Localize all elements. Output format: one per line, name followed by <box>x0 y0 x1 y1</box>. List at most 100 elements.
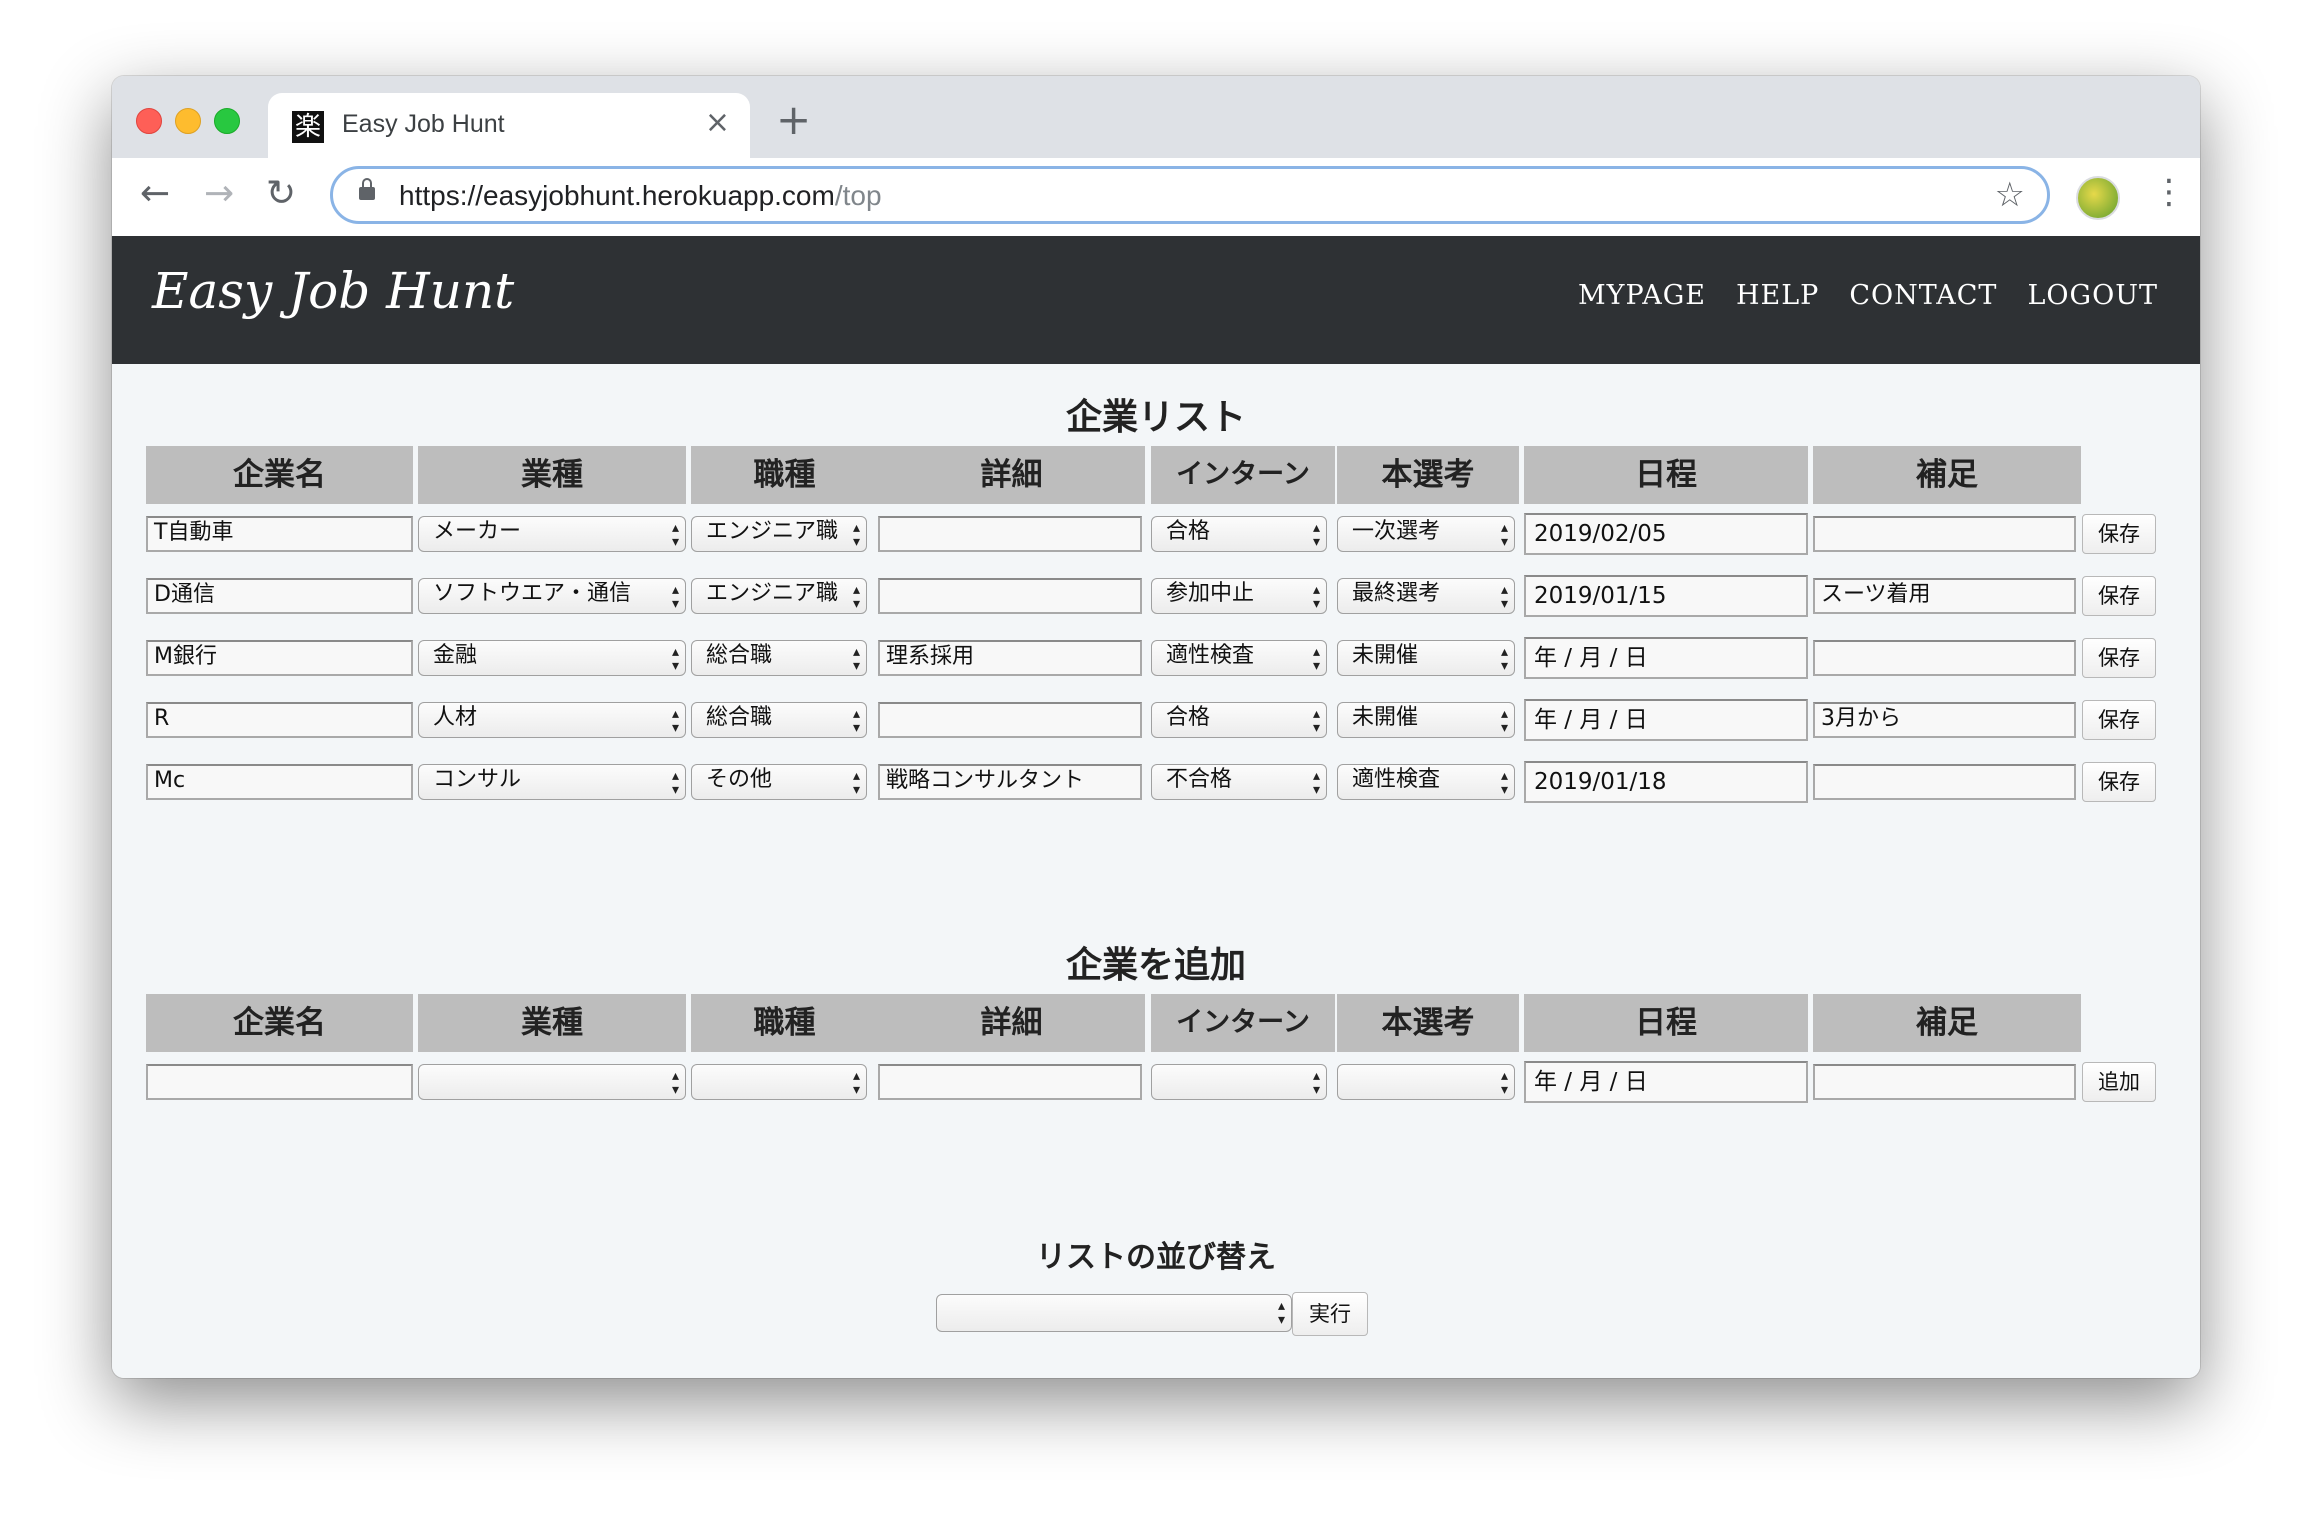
row-company-name-input[interactable]: D通信 <box>146 578 413 614</box>
nav-link-contact[interactable]: CONTACT <box>1849 280 1997 311</box>
list-header-detail: 詳細 <box>878 446 1145 504</box>
nav-links: MYPAGE HELP CONTACT LOGOUT <box>1578 280 2158 311</box>
row-industry-select[interactable]: ソフトウエア・通信 ▴ ▾ <box>418 578 686 614</box>
row-selection-value: 未開催 <box>1352 705 1419 730</box>
save-button[interactable]: 保存 <box>2082 576 2156 616</box>
add-header-job-type: 職種 <box>691 994 878 1052</box>
add-company-button[interactable]: 追加 <box>2082 1062 2156 1102</box>
browser-menu-icon[interactable]: ⋮ <box>2152 170 2186 214</box>
row-detail-input[interactable]: 理系採用 <box>878 640 1142 676</box>
row-detail-value: 戦略コンサルタント <box>886 768 1085 793</box>
row-schedule-value: 年 / 月 / 日 <box>1534 707 1648 733</box>
select-arrows-icon: ▴ ▾ <box>1312 706 1320 736</box>
list-header-note: 補足 <box>1813 446 2081 504</box>
row-job-type-select[interactable]: その他 ▴ ▾ <box>691 764 867 800</box>
nav-link-logout[interactable]: LOGOUT <box>2027 280 2158 311</box>
row-detail-input[interactable] <box>878 516 1142 552</box>
zoom-window-button[interactable] <box>214 108 240 134</box>
row-industry-select[interactable]: コンサル ▴ ▾ <box>418 764 686 800</box>
row-company-name-input[interactable]: R <box>146 702 413 738</box>
row-schedule-input[interactable]: 年 / 月 / 日 <box>1524 637 1808 679</box>
row-schedule-input[interactable]: 2019/02/05 <box>1524 513 1808 555</box>
page-content: Easy Job Hunt MYPAGE HELP CONTACT LOGOUT… <box>112 236 2200 1378</box>
row-industry-value: 人材 <box>433 705 478 730</box>
row-note-input[interactable] <box>1813 640 2076 676</box>
nav-link-help[interactable]: HELP <box>1736 280 1819 311</box>
browser-tab[interactable]: 楽 Easy Job Hunt × <box>268 93 750 158</box>
row-company-name-input[interactable]: M銀行 <box>146 640 413 676</box>
row-schedule-value: 2019/02/05 <box>1534 521 1667 547</box>
row-selection-select[interactable]: 最終選考 ▴ ▾ <box>1337 578 1515 614</box>
row-company-name-input[interactable]: Mc <box>146 764 413 800</box>
add-header-selection: 本選考 <box>1337 994 1519 1052</box>
address-bar[interactable]: https://easyjobhunt.herokuapp.com/top ☆ <box>330 166 2050 224</box>
minimize-window-button[interactable] <box>175 108 201 134</box>
add-job-type-select[interactable]: ▴ ▾ <box>691 1064 867 1100</box>
add-note-input[interactable] <box>1813 1064 2076 1100</box>
row-industry-select[interactable]: 人材 ▴ ▾ <box>418 702 686 738</box>
bookmark-star-icon[interactable]: ☆ <box>1995 175 2025 215</box>
row-intern-value: 合格 <box>1166 705 1211 730</box>
save-button[interactable]: 保存 <box>2082 514 2156 554</box>
row-job-type-select[interactable]: エンジニア職 ▴ ▾ <box>691 578 867 614</box>
add-schedule-input[interactable]: 年 / 月 / 日 <box>1524 1061 1808 1103</box>
row-schedule-input[interactable]: 年 / 月 / 日 <box>1524 699 1808 741</box>
row-note-input[interactable]: スーツ着用 <box>1813 578 2076 614</box>
row-intern-select[interactable]: 適性検査 ▴ ▾ <box>1151 640 1327 676</box>
add-schedule-value: 年 / 月 / 日 <box>1534 1069 1648 1095</box>
row-detail-input[interactable]: 戦略コンサルタント <box>878 764 1142 800</box>
row-industry-select[interactable]: 金融 ▴ ▾ <box>418 640 686 676</box>
add-detail-input[interactable] <box>878 1064 1142 1100</box>
add-header-schedule: 日程 <box>1524 994 1808 1052</box>
row-company-name-input[interactable]: T自動車 <box>146 516 413 552</box>
site-brand[interactable]: Easy Job Hunt <box>152 262 514 320</box>
row-intern-select[interactable]: 参加中止 ▴ ▾ <box>1151 578 1327 614</box>
row-note-input[interactable]: 3月から <box>1813 702 2076 738</box>
browser-window: 楽 Easy Job Hunt × + ← → ↻ https://easyjo… <box>112 76 2200 1378</box>
save-button[interactable]: 保存 <box>2082 638 2156 678</box>
save-button[interactable]: 保存 <box>2082 700 2156 740</box>
list-header-company-name: 企業名 <box>146 446 413 504</box>
row-note-value: スーツ着用 <box>1821 582 1931 607</box>
row-intern-select[interactable]: 不合格 ▴ ▾ <box>1151 764 1327 800</box>
forward-icon[interactable]: → <box>204 172 234 216</box>
add-intern-select[interactable]: ▴ ▾ <box>1151 1064 1327 1100</box>
row-job-type-select[interactable]: 総合職 ▴ ▾ <box>691 640 867 676</box>
add-header-company-name: 企業名 <box>146 994 413 1052</box>
add-industry-select[interactable]: ▴ ▾ <box>418 1064 686 1100</box>
select-arrows-icon: ▴ ▾ <box>1500 768 1508 798</box>
add-company-name-input[interactable] <box>146 1064 413 1100</box>
close-window-button[interactable] <box>136 108 162 134</box>
row-detail-input[interactable] <box>878 702 1142 738</box>
reload-icon[interactable]: ↻ <box>266 172 296 216</box>
row-selection-select[interactable]: 適性検査 ▴ ▾ <box>1337 764 1515 800</box>
row-selection-select[interactable]: 一次選考 ▴ ▾ <box>1337 516 1515 552</box>
row-job-type-select[interactable]: エンジニア職 ▴ ▾ <box>691 516 867 552</box>
url-text: https://easyjobhunt.herokuapp.com/top <box>399 180 882 211</box>
select-arrows-icon: ▴ ▾ <box>852 520 860 550</box>
select-arrows-icon: ▴ ▾ <box>852 582 860 612</box>
new-tab-button[interactable]: + <box>776 99 811 141</box>
nav-link-mypage[interactable]: MYPAGE <box>1578 280 1706 311</box>
row-industry-select[interactable]: メーカー ▴ ▾ <box>418 516 686 552</box>
row-intern-select[interactable]: 合格 ▴ ▾ <box>1151 516 1327 552</box>
row-selection-select[interactable]: 未開催 ▴ ▾ <box>1337 640 1515 676</box>
back-icon[interactable]: ← <box>140 172 170 216</box>
row-schedule-input[interactable]: 2019/01/18 <box>1524 761 1808 803</box>
close-tab-icon[interactable]: × <box>705 105 730 140</box>
row-selection-value: 一次選考 <box>1352 519 1441 544</box>
add-selection-select[interactable]: ▴ ▾ <box>1337 1064 1515 1100</box>
row-intern-select[interactable]: 合格 ▴ ▾ <box>1151 702 1327 738</box>
save-button[interactable]: 保存 <box>2082 762 2156 802</box>
row-note-input[interactable] <box>1813 516 2076 552</box>
row-note-input[interactable] <box>1813 764 2076 800</box>
sort-run-button[interactable]: 実行 <box>1292 1292 1368 1336</box>
row-job-type-select[interactable]: 総合職 ▴ ▾ <box>691 702 867 738</box>
profile-avatar[interactable] <box>2076 176 2120 220</box>
row-job-type-value: 総合職 <box>706 705 773 730</box>
row-detail-input[interactable] <box>878 578 1142 614</box>
row-schedule-input[interactable]: 2019/01/15 <box>1524 575 1808 617</box>
row-selection-select[interactable]: 未開催 ▴ ▾ <box>1337 702 1515 738</box>
list-header-schedule: 日程 <box>1524 446 1808 504</box>
sort-select[interactable]: ▴ ▾ <box>936 1294 1292 1332</box>
